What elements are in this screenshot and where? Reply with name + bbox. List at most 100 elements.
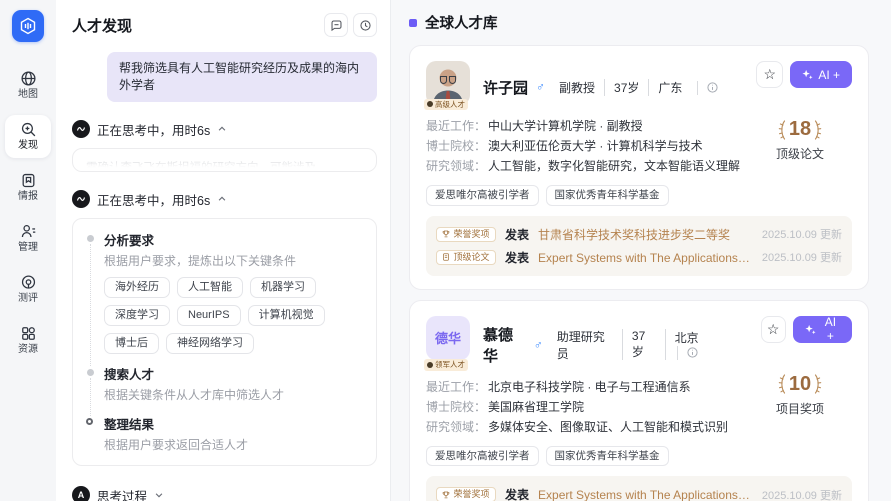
ai-plus-button[interactable]: AI + — [793, 316, 852, 343]
step-desc: 根据关键条件从人才库中筛选人才 — [104, 387, 363, 404]
highlight-date: 2025.10.09 更新 — [762, 249, 842, 265]
sidebar-item-label: 地图 — [18, 90, 38, 100]
favorite-button[interactable]: ☆ — [761, 316, 786, 343]
sidebar-item-discover[interactable]: 发现 — [5, 115, 51, 158]
bookmark-icon — [20, 172, 37, 189]
sidebar-item-resources[interactable]: 资源 — [5, 319, 51, 362]
chevron-up-icon — [217, 124, 227, 134]
ai-plus-button[interactable]: AI + — [790, 61, 852, 88]
target-icon — [20, 274, 37, 291]
info-icon[interactable] — [677, 346, 707, 360]
stat-label: 顶级论文 — [758, 145, 842, 162]
talent-card[interactable]: 高级人才 许子园 ♂ 副教授 37岁 广东 — [409, 45, 869, 290]
sidebar-item-manage[interactable]: 管理 — [5, 217, 51, 260]
condition-tag: NeurIPS — [177, 305, 241, 326]
laurel-right-icon — [814, 120, 822, 140]
results-title: 全球人才库 — [425, 12, 498, 33]
field-label: 最近工作： — [426, 377, 488, 397]
field-value: 中山大学计算机学院 · 副教授 — [488, 116, 643, 136]
field-label: 博士院校： — [426, 136, 488, 156]
sidebar-item-map[interactable]: 地图 — [5, 64, 51, 107]
stat-value: 10 — [789, 373, 811, 396]
laurel-left-icon — [778, 374, 786, 394]
talent-name[interactable]: 慕德华 — [483, 324, 526, 366]
highlight-badge: 顶级论文 — [436, 250, 496, 265]
highlight-date: 2025.10.09 更新 — [762, 487, 842, 501]
info-icon[interactable] — [697, 81, 727, 95]
talent-meta: 副教授 37岁 广东 — [559, 79, 736, 96]
highlight-row: 荣誉奖项 发表 甘肃省科学技术奖科技进步奖二等奖 2025.10.09 更新 — [436, 223, 842, 246]
talent-stat: 18 顶级论文 — [758, 118, 842, 162]
sidebar-item-label: 发现 — [18, 141, 38, 151]
sparkle-icon — [802, 69, 813, 80]
sidebar: 地图 发现 情报 管理 — [0, 0, 56, 501]
thinking-process-toggle[interactable]: A 思考过程 — [72, 486, 377, 501]
stat-value: 18 — [789, 118, 811, 141]
step-search: 搜索人才 根据关键条件从人才库中筛选人才 — [86, 364, 363, 404]
condition-tag: 人工智能 — [177, 277, 243, 298]
field-label: 研究领域： — [426, 156, 488, 176]
assistant-avatar-icon — [72, 120, 90, 138]
assistant-avatar-icon — [72, 190, 90, 208]
medal-icon — [427, 362, 433, 368]
highlight-action: 发表 — [505, 226, 529, 243]
app-logo[interactable] — [12, 10, 44, 42]
talent-name[interactable]: 许子园 — [483, 77, 528, 98]
honor-tag: 爱思唯尔高被引学者 — [426, 185, 539, 206]
trophy-icon — [442, 491, 450, 499]
history-button[interactable] — [353, 13, 377, 37]
step-bullet — [87, 235, 94, 242]
favorite-button[interactable]: ☆ — [756, 61, 783, 88]
talent-card[interactable]: 德华 领军人才 慕德华 ♂ 助理研究员 37岁 北京 — [409, 300, 869, 501]
talent-tier-badge: 领军人才 — [424, 359, 468, 371]
chat-panel: 人才发现 帮我筛选具有人工智能研究经历及成果的海内外学者 正在思考中，用时6s — [56, 0, 391, 501]
highlight-row: 顶级论文 发表 Expert Systems with The Applicat… — [436, 246, 842, 269]
results-header: 全球人才库 — [409, 12, 869, 33]
chevron-down-icon — [154, 490, 164, 500]
highlight-row: 荣誉奖项 发表 Expert Systems with The Applicat… — [436, 483, 842, 501]
highlight-title[interactable]: Expert Systems with The Applications new… — [538, 249, 753, 266]
condition-tag: 神经网络学习 — [166, 333, 254, 354]
highlight-box: 荣誉奖项 发表 Expert Systems with The Applicat… — [426, 476, 852, 501]
sparkle-icon — [805, 324, 816, 335]
section-bullet — [409, 19, 417, 27]
stat-label: 项目奖项 — [758, 400, 842, 417]
honor-tag: 爱思唯尔高被引学者 — [426, 446, 539, 467]
condition-tag: 海外经历 — [104, 277, 170, 298]
step-title: 整理结果 — [104, 414, 363, 433]
thinking-process-label: 思考过程 — [97, 486, 147, 501]
step-title: 搜索人才 — [104, 364, 363, 383]
sidebar-item-assess[interactable]: 测评 — [5, 268, 51, 311]
thinking-block-1-header[interactable]: 正在思考中，用时6s — [72, 120, 377, 139]
step-title: 分析要求 — [104, 230, 363, 249]
step-desc: 根据用户要求返回合适人才 — [104, 437, 363, 454]
condition-tag: 深度学习 — [104, 305, 170, 326]
field-value: 多媒体安全、图像取证、人工智能和模式识别 — [488, 417, 728, 437]
user-manage-icon — [20, 223, 37, 240]
sidebar-item-label: 资源 — [18, 345, 38, 355]
search-icon — [20, 121, 37, 138]
step-bullet — [87, 369, 94, 376]
highlight-date: 2025.10.09 更新 — [762, 226, 842, 242]
paper-icon — [442, 253, 450, 261]
field-value: 澳大利亚伍伦贡大学 · 计算机科学与技术 — [488, 136, 703, 156]
avatar: 德华 — [426, 316, 470, 360]
sidebar-item-intel[interactable]: 情报 — [5, 166, 51, 209]
laurel-right-icon — [814, 374, 822, 394]
thinking-content-2: 分析要求 根据用户要求，提炼出以下关键条件 海外经历 人工智能 机器学习 深度学… — [72, 218, 377, 466]
trophy-icon — [442, 230, 450, 238]
user-message: 帮我筛选具有人工智能研究经历及成果的海内外学者 — [107, 52, 377, 102]
thinking-block-2-header[interactable]: 正在思考中，用时6s — [72, 190, 377, 209]
male-icon: ♂ — [534, 338, 543, 352]
highlight-box: 荣誉奖项 发表 甘肃省科学技术奖科技进步奖二等奖 2025.10.09 更新 顶… — [426, 216, 852, 276]
honor-tag: 国家优秀青年科学基金 — [546, 185, 669, 206]
new-chat-button[interactable] — [324, 13, 348, 37]
field-label: 最近工作： — [426, 116, 488, 136]
highlight-title[interactable]: Expert Systems with The Applications new… — [538, 486, 753, 501]
sidebar-item-label: 情报 — [18, 192, 38, 202]
app-logo-icon — [19, 17, 37, 35]
highlight-title[interactable]: 甘肃省科学技术奖科技进步奖二等奖 — [538, 226, 753, 243]
highlight-action: 发表 — [505, 486, 529, 501]
condition-tag: 机器学习 — [250, 277, 316, 298]
step-analyze: 分析要求 根据用户要求，提炼出以下关键条件 海外经历 人工智能 机器学习 深度学… — [86, 230, 363, 355]
